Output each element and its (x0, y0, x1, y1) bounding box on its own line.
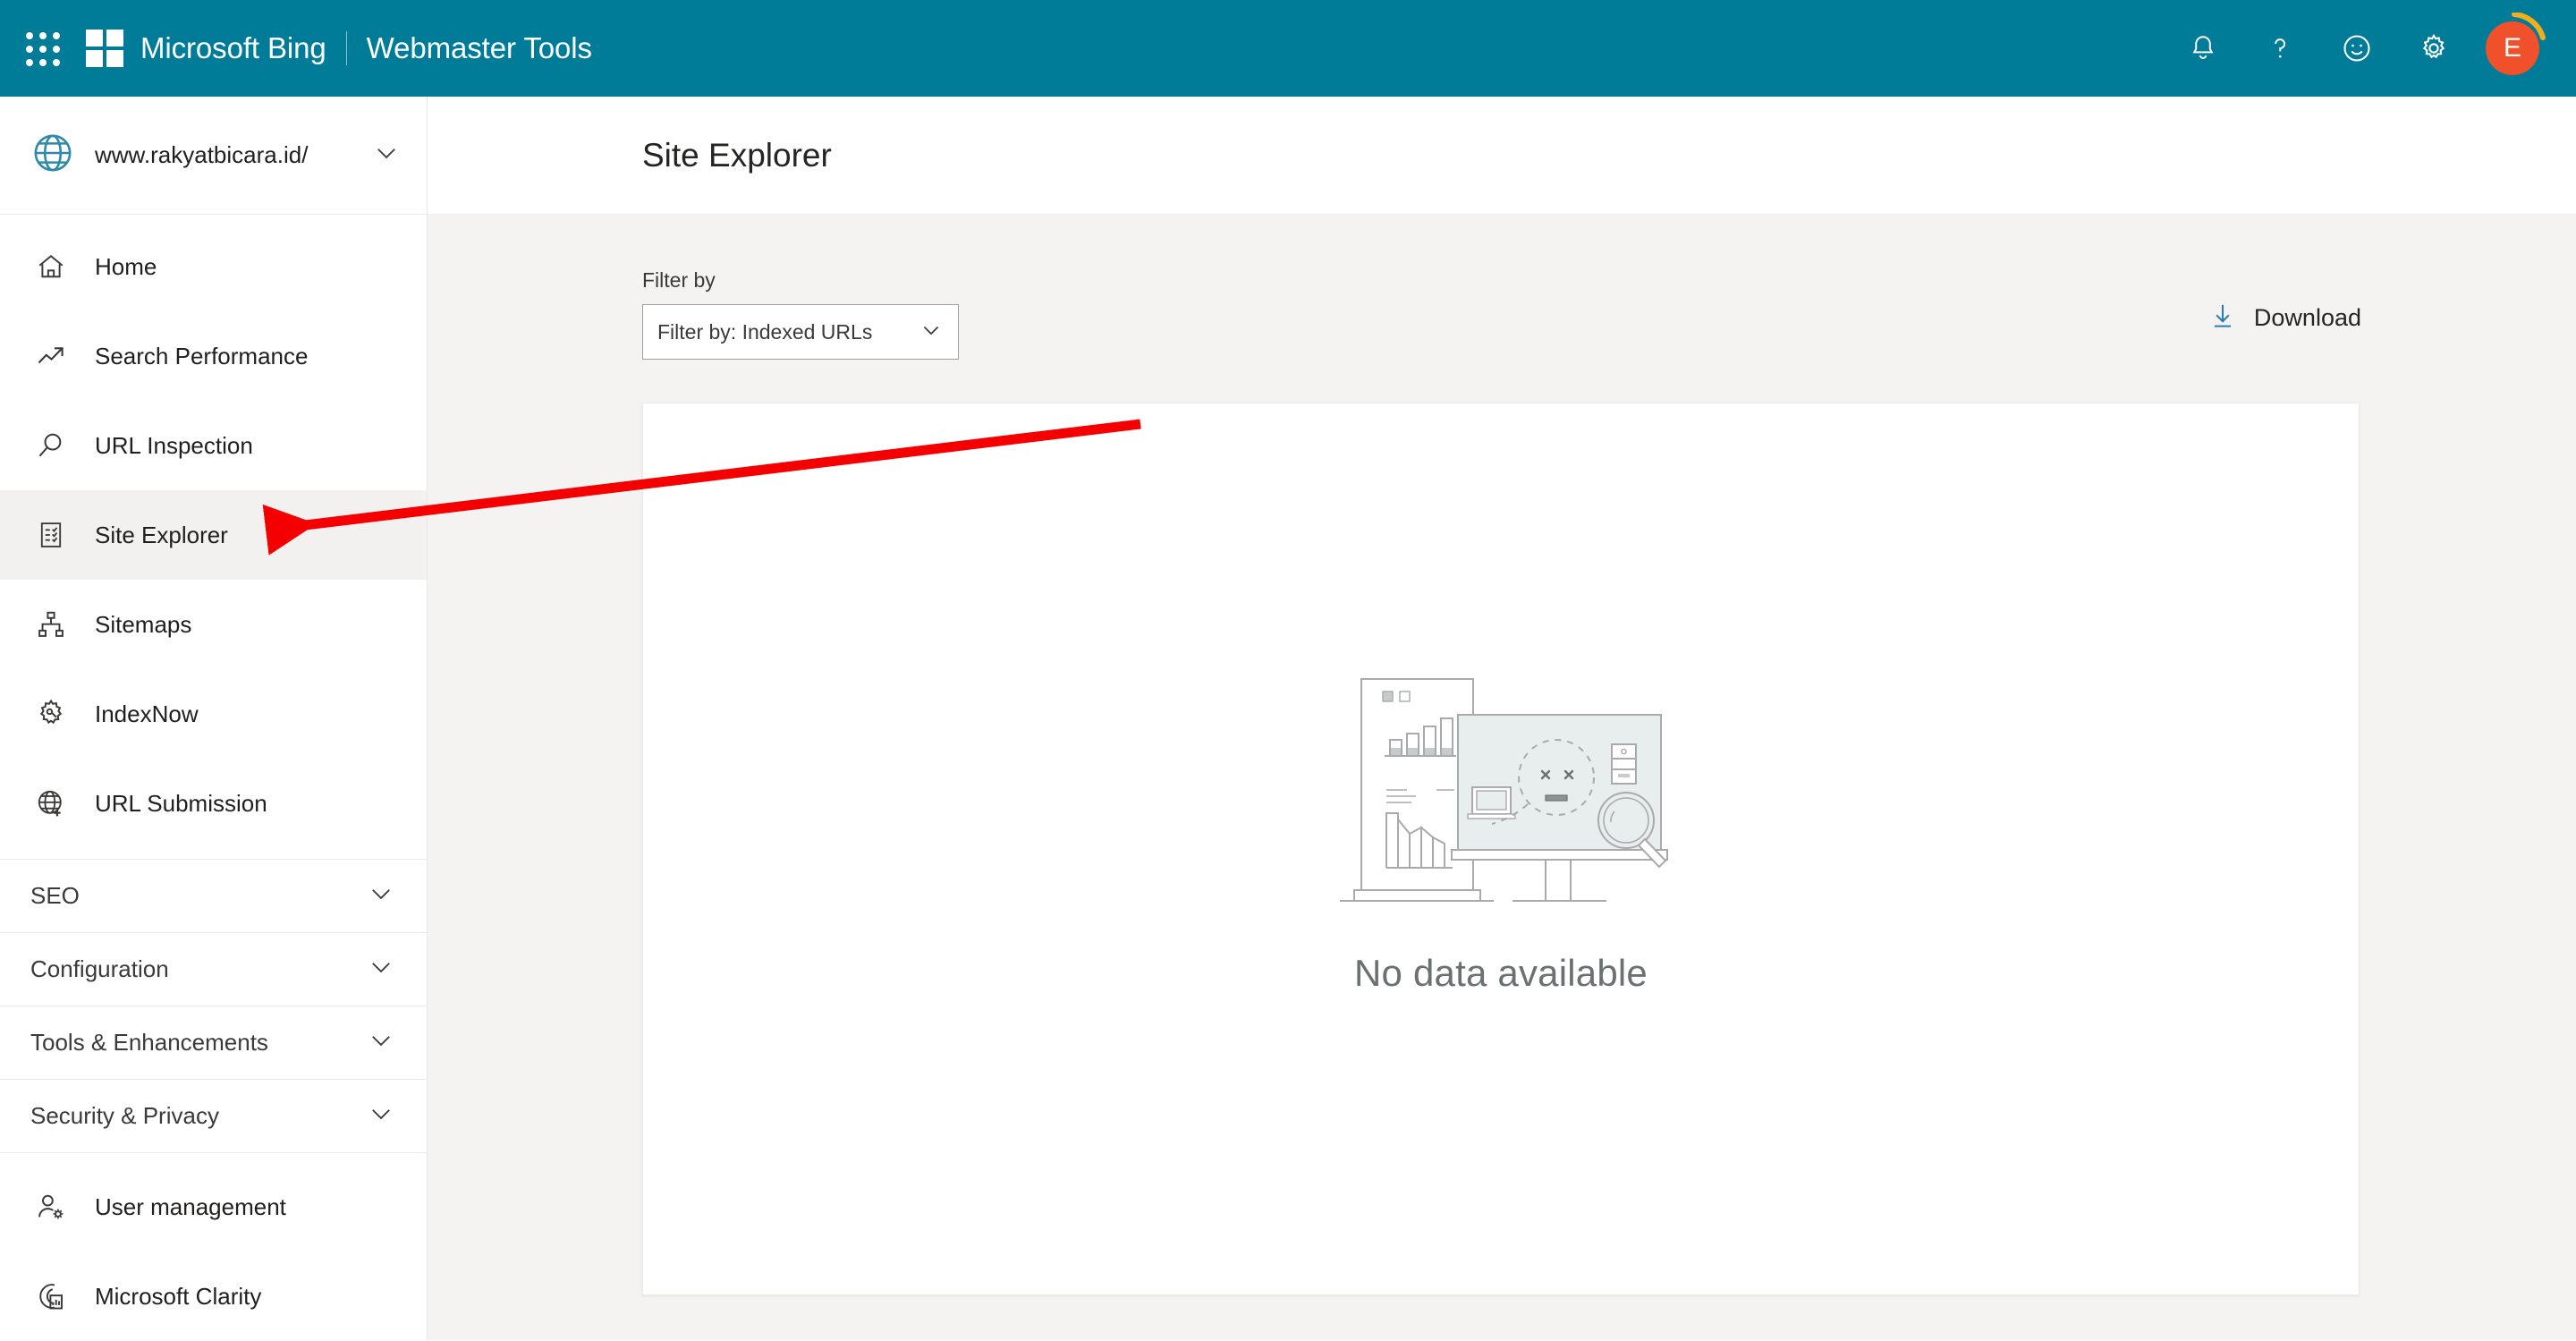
toolbar: Filter by Filter by: Indexed URLs Downlo… (428, 215, 2576, 385)
page-title: Site Explorer (642, 136, 832, 174)
filter-select[interactable]: Filter by: Indexed URLs (642, 304, 959, 360)
sidebar-item-label: Site Explorer (95, 521, 228, 548)
chevron-down-icon[interactable] (366, 878, 396, 913)
empty-state-message: No data available (1354, 952, 1648, 994)
empty-state: No data available (1322, 658, 1680, 995)
sitemap-icon (30, 608, 72, 641)
sidebar-item-sitemaps[interactable]: Sitemaps (0, 580, 427, 669)
help-question-icon[interactable] (2241, 0, 2318, 97)
notifications-bell-icon[interactable] (2165, 0, 2241, 97)
results-card: No data available (642, 403, 2360, 1295)
sidebar-item-microsoft-clarity[interactable]: Microsoft Clarity (0, 1252, 427, 1341)
chevron-down-icon[interactable] (366, 1025, 396, 1060)
sidebar-group-tools-enhancements[interactable]: Tools & Enhancements (0, 1006, 427, 1080)
globe-plus-icon (30, 787, 72, 819)
sidebar-item-label: Home (95, 252, 157, 280)
gear-key-icon (30, 697, 72, 731)
user-settings-icon (30, 1191, 72, 1223)
sidebar-group-label: Security & Privacy (30, 1102, 219, 1129)
no-data-illustration (1340, 678, 1668, 902)
app-header: Microsoft Bing Webmaster Tools E (0, 0, 2576, 97)
clipboard-list-icon (30, 520, 72, 550)
sidebar-group-label: Configuration (30, 955, 169, 982)
sidebar-item-label: Search Performance (95, 342, 309, 369)
sidebar-item-label: Microsoft Clarity (95, 1282, 262, 1310)
product-name: Webmaster Tools (366, 31, 592, 64)
sidebar-item-site-explorer[interactable]: Site Explorer (0, 490, 427, 580)
sidebar-item-label: Sitemaps (95, 610, 192, 638)
download-label: Download (2253, 304, 2361, 331)
home-icon (30, 250, 72, 283)
sidebar-item-indexnow[interactable]: IndexNow (0, 669, 427, 759)
sidebar-item-label: URL Inspection (95, 431, 253, 459)
trending-up-icon (30, 340, 72, 372)
sidebar-group-security-privacy[interactable]: Security & Privacy (0, 1080, 427, 1153)
sidebar-item-url-inspection[interactable]: URL Inspection (0, 401, 427, 490)
sidebar-group-label: Tools & Enhancements (30, 1029, 268, 1056)
sidebar-nav: Home Search Performance URL Inspection S… (0, 215, 427, 1341)
settings-gear-icon[interactable] (2395, 0, 2472, 97)
brand-divider (345, 31, 347, 65)
sidebar-item-url-submission[interactable]: URL Submission (0, 759, 427, 848)
sidebar-group-label: SEO (30, 882, 80, 909)
feedback-smiley-icon[interactable] (2318, 0, 2395, 97)
chevron-down-icon[interactable] (919, 318, 944, 347)
avatar[interactable]: E (2472, 0, 2553, 97)
avatar-initial: E (2486, 21, 2539, 75)
chevron-down-icon[interactable] (366, 952, 396, 987)
chevron-down-icon[interactable] (366, 1099, 396, 1133)
magnifier-icon (30, 429, 72, 462)
sidebar-item-user-management[interactable]: User management (0, 1162, 427, 1252)
microsoft-logo-icon (86, 30, 123, 67)
sidebar-item-search-performance[interactable]: Search Performance (0, 311, 427, 401)
download-button[interactable]: Download (2207, 301, 2361, 335)
sidebar-item-label: URL Submission (95, 789, 267, 817)
clarity-icon (30, 1280, 72, 1312)
chevron-down-icon[interactable] (371, 138, 402, 173)
site-url-label: www.rakyatbicara.id/ (95, 141, 309, 168)
filter-selected-value: Filter by: Indexed URLs (657, 319, 873, 344)
site-picker[interactable]: www.rakyatbicara.id/ (0, 97, 427, 215)
filter-label: Filter by (642, 268, 716, 292)
sidebar-item-home[interactable]: Home (0, 222, 427, 311)
brand-name: Microsoft Bing (140, 31, 326, 64)
page-header: Site Explorer (428, 97, 2576, 215)
download-arrow-icon (2207, 301, 2238, 335)
app-launcher-waffle-icon[interactable] (18, 24, 66, 72)
globe-icon (30, 131, 75, 180)
sidebar-item-label: User management (95, 1192, 286, 1220)
sidebar-bottom-items: User management Microsoft Clarity (0, 1153, 427, 1341)
sidebar: www.rakyatbicara.id/ Home Search Perform… (0, 97, 428, 1340)
sidebar-group-configuration[interactable]: Configuration (0, 933, 427, 1006)
sidebar-group-seo[interactable]: SEO (0, 860, 427, 933)
sidebar-item-label: IndexNow (95, 700, 199, 727)
header-actions: E (2165, 0, 2576, 97)
